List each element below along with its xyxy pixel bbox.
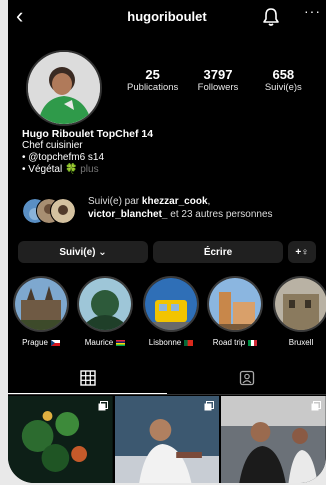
grid-tab[interactable]	[8, 362, 167, 394]
stat-value: 3797	[203, 67, 233, 82]
stat-label: Followers	[197, 82, 239, 93]
stat-publications[interactable]: 25 Publications	[120, 67, 185, 94]
profile-stats: 25 Publications 3797 Followers 658 Suivi…	[120, 67, 316, 94]
more-icon[interactable]: ···	[304, 3, 321, 19]
grid-icon	[79, 369, 96, 386]
followed-by-user: victor_blanchet_	[88, 209, 168, 220]
stat-value: 658	[272, 67, 295, 82]
profile-display-name: Hugo Riboulet TopChef 14	[22, 128, 154, 140]
profile-header: ‹ hugoriboulet ···	[8, 0, 326, 34]
post-thumbnail[interactable]	[8, 396, 113, 483]
highlight-label: Bruxell	[288, 338, 314, 347]
story-highlights: Prague Maurice Lisbonne Road trip Bruxel…	[8, 276, 326, 354]
posts-grid	[8, 396, 326, 483]
add-user-button[interactable]: +♀	[288, 241, 316, 263]
followed-by-suffix: et 23 autres personnes	[167, 209, 273, 220]
highlight-bruxelles[interactable]: Bruxell	[272, 276, 326, 347]
highlight-lisbonne[interactable]: Lisbonne	[142, 276, 200, 347]
italy-flag-icon	[248, 339, 258, 346]
highlight-label: Road trip	[212, 338, 246, 347]
bio-line-2-text: • Végétal	[22, 164, 63, 175]
profile-bio: Hugo Riboulet TopChef 14 Chef cuisinier …	[22, 128, 153, 176]
followed-by-user: khezzar_cook	[141, 196, 208, 207]
highlight-cover	[143, 276, 199, 332]
message-button[interactable]: Écrire	[153, 241, 283, 263]
followed-by-avatars[interactable]	[22, 198, 78, 224]
bell-icon[interactable]	[262, 7, 280, 27]
bio-more-link[interactable]: plus	[80, 164, 98, 175]
highlight-label: Prague	[22, 338, 48, 347]
stat-label: Suivi(e)s	[264, 82, 302, 93]
multi-post-icon	[311, 401, 322, 411]
bio-line-2: • Végétal 🍀 plus	[22, 164, 153, 176]
post-thumbnail[interactable]	[114, 396, 220, 483]
highlight-cover	[13, 276, 69, 332]
highlight-cover	[207, 276, 263, 332]
highlight-maurice[interactable]: Maurice	[76, 276, 134, 347]
profile-category: Chef cuisinier	[22, 140, 83, 151]
tabs-divider	[8, 394, 326, 395]
profile-screen: ‹ hugoriboulet ··· 25 Publications 3797 …	[8, 0, 326, 483]
highlight-road-trip[interactable]: Road trip	[206, 276, 264, 347]
multi-post-icon	[98, 401, 108, 411]
follower-avatar	[50, 198, 76, 224]
post-thumbnail[interactable]	[221, 396, 326, 483]
tagged-person-icon	[239, 370, 254, 386]
clover-icon: 🍀	[64, 164, 78, 175]
bio-line-1: • @topchefm6 s14	[22, 152, 105, 163]
avatar-photo	[28, 52, 100, 124]
profile-avatar[interactable]	[26, 50, 102, 126]
highlight-cover	[273, 276, 326, 332]
stat-following[interactable]: 658 Suivi(e)s	[251, 67, 316, 94]
highlight-cover	[77, 276, 133, 332]
stat-label: Publications	[127, 82, 179, 93]
followed-by-prefix: Suivi(e) par	[88, 196, 140, 207]
profile-tabs	[8, 362, 326, 394]
profile-actions: Suivi(e) ⌄ Écrire +♀	[18, 241, 316, 263]
highlight-prague[interactable]: Prague	[12, 276, 70, 347]
followed-by-text[interactable]: Suivi(e) par khezzar_cook, victor_blanch…	[88, 195, 318, 221]
following-button[interactable]: Suivi(e) ⌄	[18, 241, 148, 263]
mauritius-flag-icon	[116, 339, 126, 346]
highlight-label: Lisbonne	[148, 338, 182, 347]
highlight-label: Maurice	[84, 338, 114, 347]
portugal-flag-icon	[184, 339, 194, 346]
czech-flag-icon	[50, 339, 60, 346]
stat-value: 25	[145, 67, 160, 82]
stat-followers[interactable]: 3797 Followers	[185, 67, 250, 94]
multi-post-icon	[204, 401, 215, 411]
tagged-tab[interactable]	[167, 362, 326, 394]
